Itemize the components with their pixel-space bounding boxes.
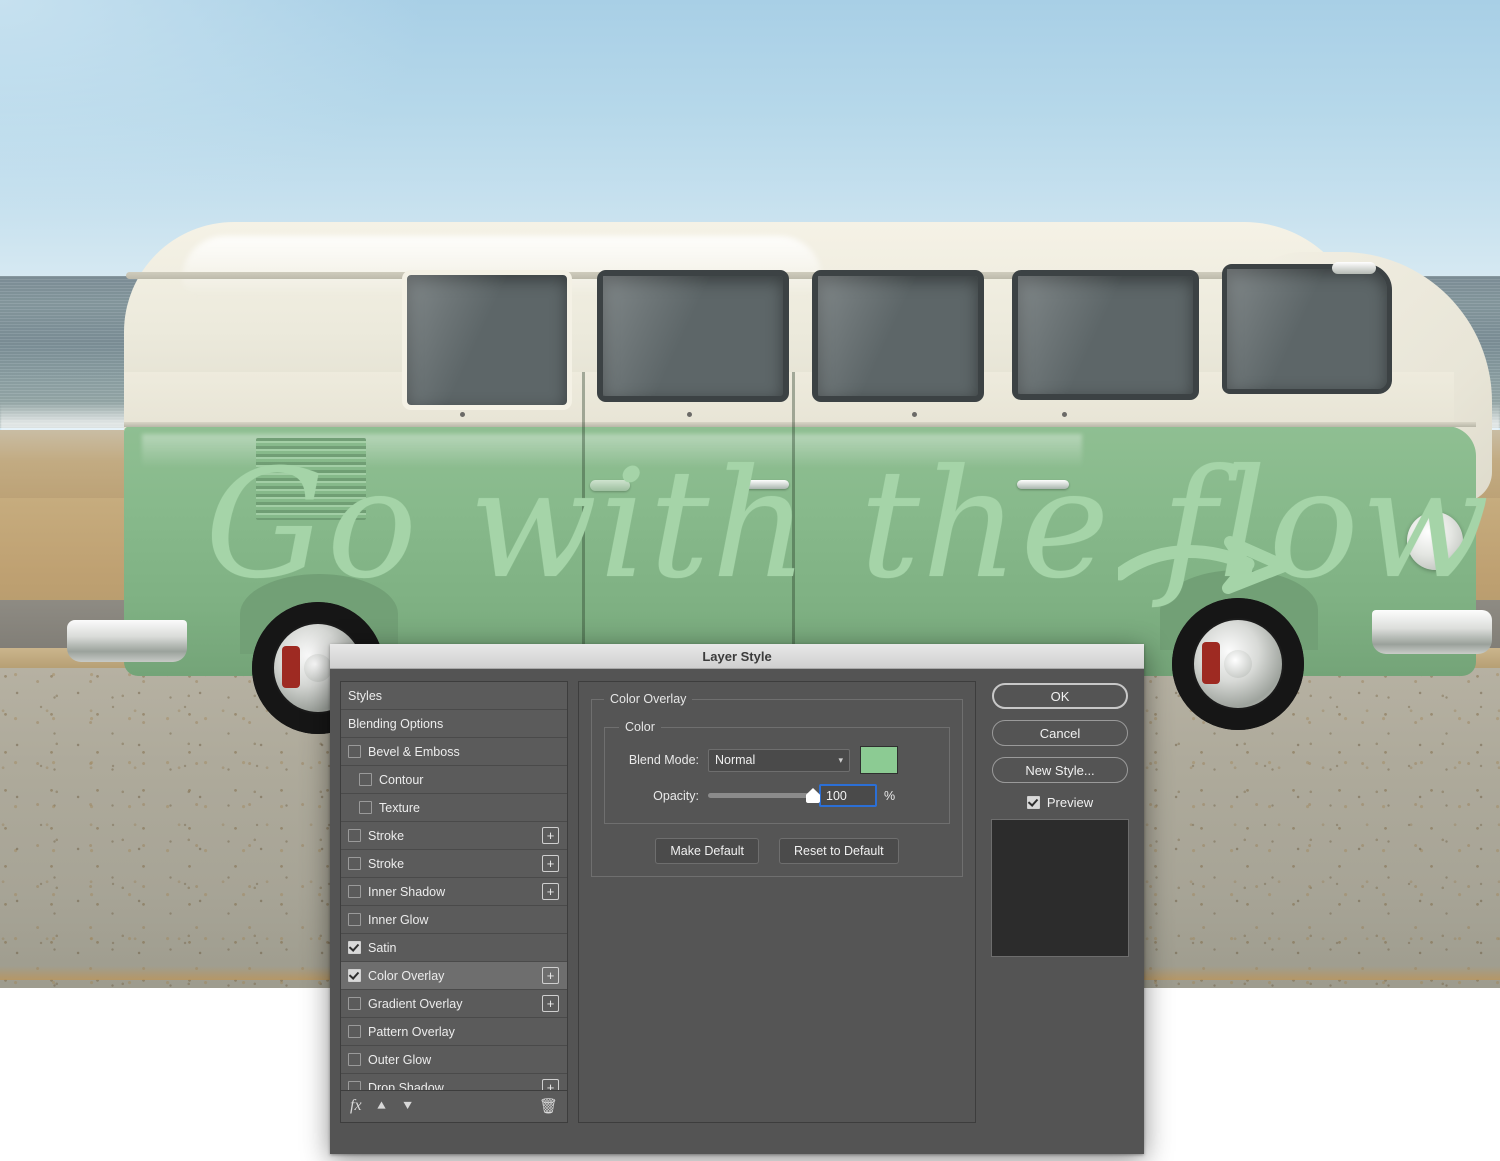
color-swatch[interactable]: [860, 746, 898, 774]
effect-checkbox[interactable]: [348, 829, 361, 842]
effect-row-styles[interactable]: Styles: [341, 682, 567, 710]
effect-row-inner-shadow[interactable]: Inner Shadow+: [341, 878, 567, 906]
trash-icon[interactable]: 🗑: [539, 1099, 558, 1114]
van-window: [812, 270, 984, 402]
blend-mode-label: Blend Mode:: [619, 753, 699, 767]
van-beltline: [124, 422, 1476, 427]
van-window: [597, 270, 789, 402]
sky-highlight: [0, 0, 420, 240]
blend-mode-select[interactable]: Normal ▾: [708, 749, 850, 772]
effect-checkbox[interactable]: [359, 801, 372, 814]
fx-icon[interactable]: fx: [350, 1098, 362, 1114]
ok-button[interactable]: OK: [992, 683, 1128, 709]
effect-row-bevel-emboss[interactable]: Bevel & Emboss: [341, 738, 567, 766]
effect-row-stroke[interactable]: Stroke+: [341, 850, 567, 878]
van-rear-bumper: [67, 620, 187, 662]
effect-checkbox[interactable]: [348, 941, 361, 954]
effects-toolbar: fx ⯅ ⯆ 🗑: [340, 1090, 568, 1123]
effect-label: Stroke: [368, 857, 542, 871]
van-windshield: [1222, 264, 1392, 394]
effect-checkbox[interactable]: [348, 857, 361, 870]
opacity-value: 100: [826, 789, 847, 803]
effect-checkbox[interactable]: [348, 745, 361, 758]
effect-label: Blending Options: [348, 717, 559, 731]
effect-label: Bevel & Emboss: [368, 745, 559, 759]
arrow-up-icon[interactable]: ⯅: [376, 1099, 388, 1114]
effect-checkbox[interactable]: [359, 773, 372, 786]
van-window: [1012, 270, 1199, 400]
effect-row-stroke[interactable]: Stroke+: [341, 822, 567, 850]
effect-row-gradient-overlay[interactable]: Gradient Overlay+: [341, 990, 567, 1018]
dialog-title: Layer Style: [702, 649, 771, 664]
effect-label: Texture: [379, 801, 559, 815]
effect-row-texture[interactable]: Texture: [341, 794, 567, 822]
new-style-button[interactable]: New Style...: [992, 757, 1128, 783]
chevron-down-icon: ▾: [838, 755, 843, 766]
effect-label: Contour: [379, 773, 559, 787]
dialog-actions: OK Cancel New Style... Preview: [986, 681, 1134, 1123]
effect-checkbox[interactable]: [348, 1053, 361, 1066]
effect-row-satin[interactable]: Satin: [341, 934, 567, 962]
opacity-input[interactable]: 100: [819, 784, 877, 807]
effect-label: Drop Shadow: [368, 1081, 542, 1090]
van-wing-mirror: [1332, 262, 1376, 274]
effect-label: Inner Shadow: [368, 885, 542, 899]
color-overlay-group: Color Overlay Color Blend Mode: Normal ▾…: [591, 692, 963, 877]
effect-checkbox[interactable]: [348, 1025, 361, 1038]
make-default-button[interactable]: Make Default: [655, 838, 759, 864]
effects-list[interactable]: Styles Blending Options Bevel & Emboss Cont…: [340, 681, 568, 1090]
effect-row-inner-glow[interactable]: Inner Glow: [341, 906, 567, 934]
preview-checkbox[interactable]: [1027, 796, 1040, 809]
blend-mode-value: Normal: [715, 753, 755, 767]
effect-row-color-overlay[interactable]: Color Overlay+: [341, 962, 567, 990]
effect-label: Styles: [348, 689, 559, 703]
effect-row-contour[interactable]: Contour: [341, 766, 567, 794]
default-buttons-row: Make Default Reset to Default: [604, 838, 950, 864]
effect-row-drop-shadow[interactable]: Drop Shadow+: [341, 1074, 567, 1090]
color-group: Color Blend Mode: Normal ▾ Opacity:: [604, 720, 950, 824]
color-group-title: Color: [619, 720, 661, 734]
add-effect-instance-button[interactable]: +: [542, 827, 559, 844]
dialog-titlebar[interactable]: Layer Style: [330, 644, 1144, 669]
effect-label: Outer Glow: [368, 1053, 559, 1067]
opacity-unit: %: [884, 789, 895, 803]
effect-checkbox[interactable]: [348, 969, 361, 982]
van-front-bumper: [1372, 610, 1492, 654]
arrow-down-icon[interactable]: ⯆: [402, 1099, 414, 1114]
effect-row-pattern-overlay[interactable]: Pattern Overlay: [341, 1018, 567, 1046]
effect-row-blending-options[interactable]: Blending Options: [341, 710, 567, 738]
effect-label: Stroke: [368, 829, 542, 843]
effect-label: Gradient Overlay: [368, 997, 542, 1011]
arrow-icon: [1118, 530, 1318, 610]
effect-checkbox[interactable]: [348, 1081, 361, 1090]
color-overlay-group-title: Color Overlay: [604, 692, 692, 706]
opacity-label: Opacity:: [619, 789, 699, 803]
preview-thumbnail: [991, 819, 1129, 957]
effect-checkbox[interactable]: [348, 997, 361, 1010]
effect-label: Color Overlay: [368, 969, 542, 983]
add-effect-instance-button[interactable]: +: [542, 967, 559, 984]
opacity-slider[interactable]: [708, 793, 813, 798]
van-window: [402, 270, 572, 410]
effect-checkbox[interactable]: [348, 913, 361, 926]
reset-to-default-button[interactable]: Reset to Default: [779, 838, 899, 864]
effect-row-outer-glow[interactable]: Outer Glow: [341, 1046, 567, 1074]
effects-column: Styles Blending Options Bevel & Emboss Cont…: [340, 681, 568, 1123]
layer-style-dialog: Layer Style Styles Blending Options Bevel …: [330, 644, 1144, 1154]
effect-checkbox[interactable]: [348, 885, 361, 898]
cancel-button[interactable]: Cancel: [992, 720, 1128, 746]
preview-label: Preview: [1047, 795, 1093, 810]
effect-label: Inner Glow: [368, 913, 559, 927]
effect-settings-panel: Color Overlay Color Blend Mode: Normal ▾…: [578, 681, 976, 1123]
opacity-row: Opacity: 100 %: [619, 784, 937, 807]
add-effect-instance-button[interactable]: +: [542, 855, 559, 872]
add-effect-instance-button[interactable]: +: [542, 1079, 559, 1090]
preview-toggle[interactable]: Preview: [1027, 795, 1093, 810]
blend-mode-row: Blend Mode: Normal ▾: [619, 746, 937, 774]
effect-label: Satin: [368, 941, 559, 955]
add-effect-instance-button[interactable]: +: [542, 883, 559, 900]
add-effect-instance-button[interactable]: +: [542, 995, 559, 1012]
effect-label: Pattern Overlay: [368, 1025, 559, 1039]
